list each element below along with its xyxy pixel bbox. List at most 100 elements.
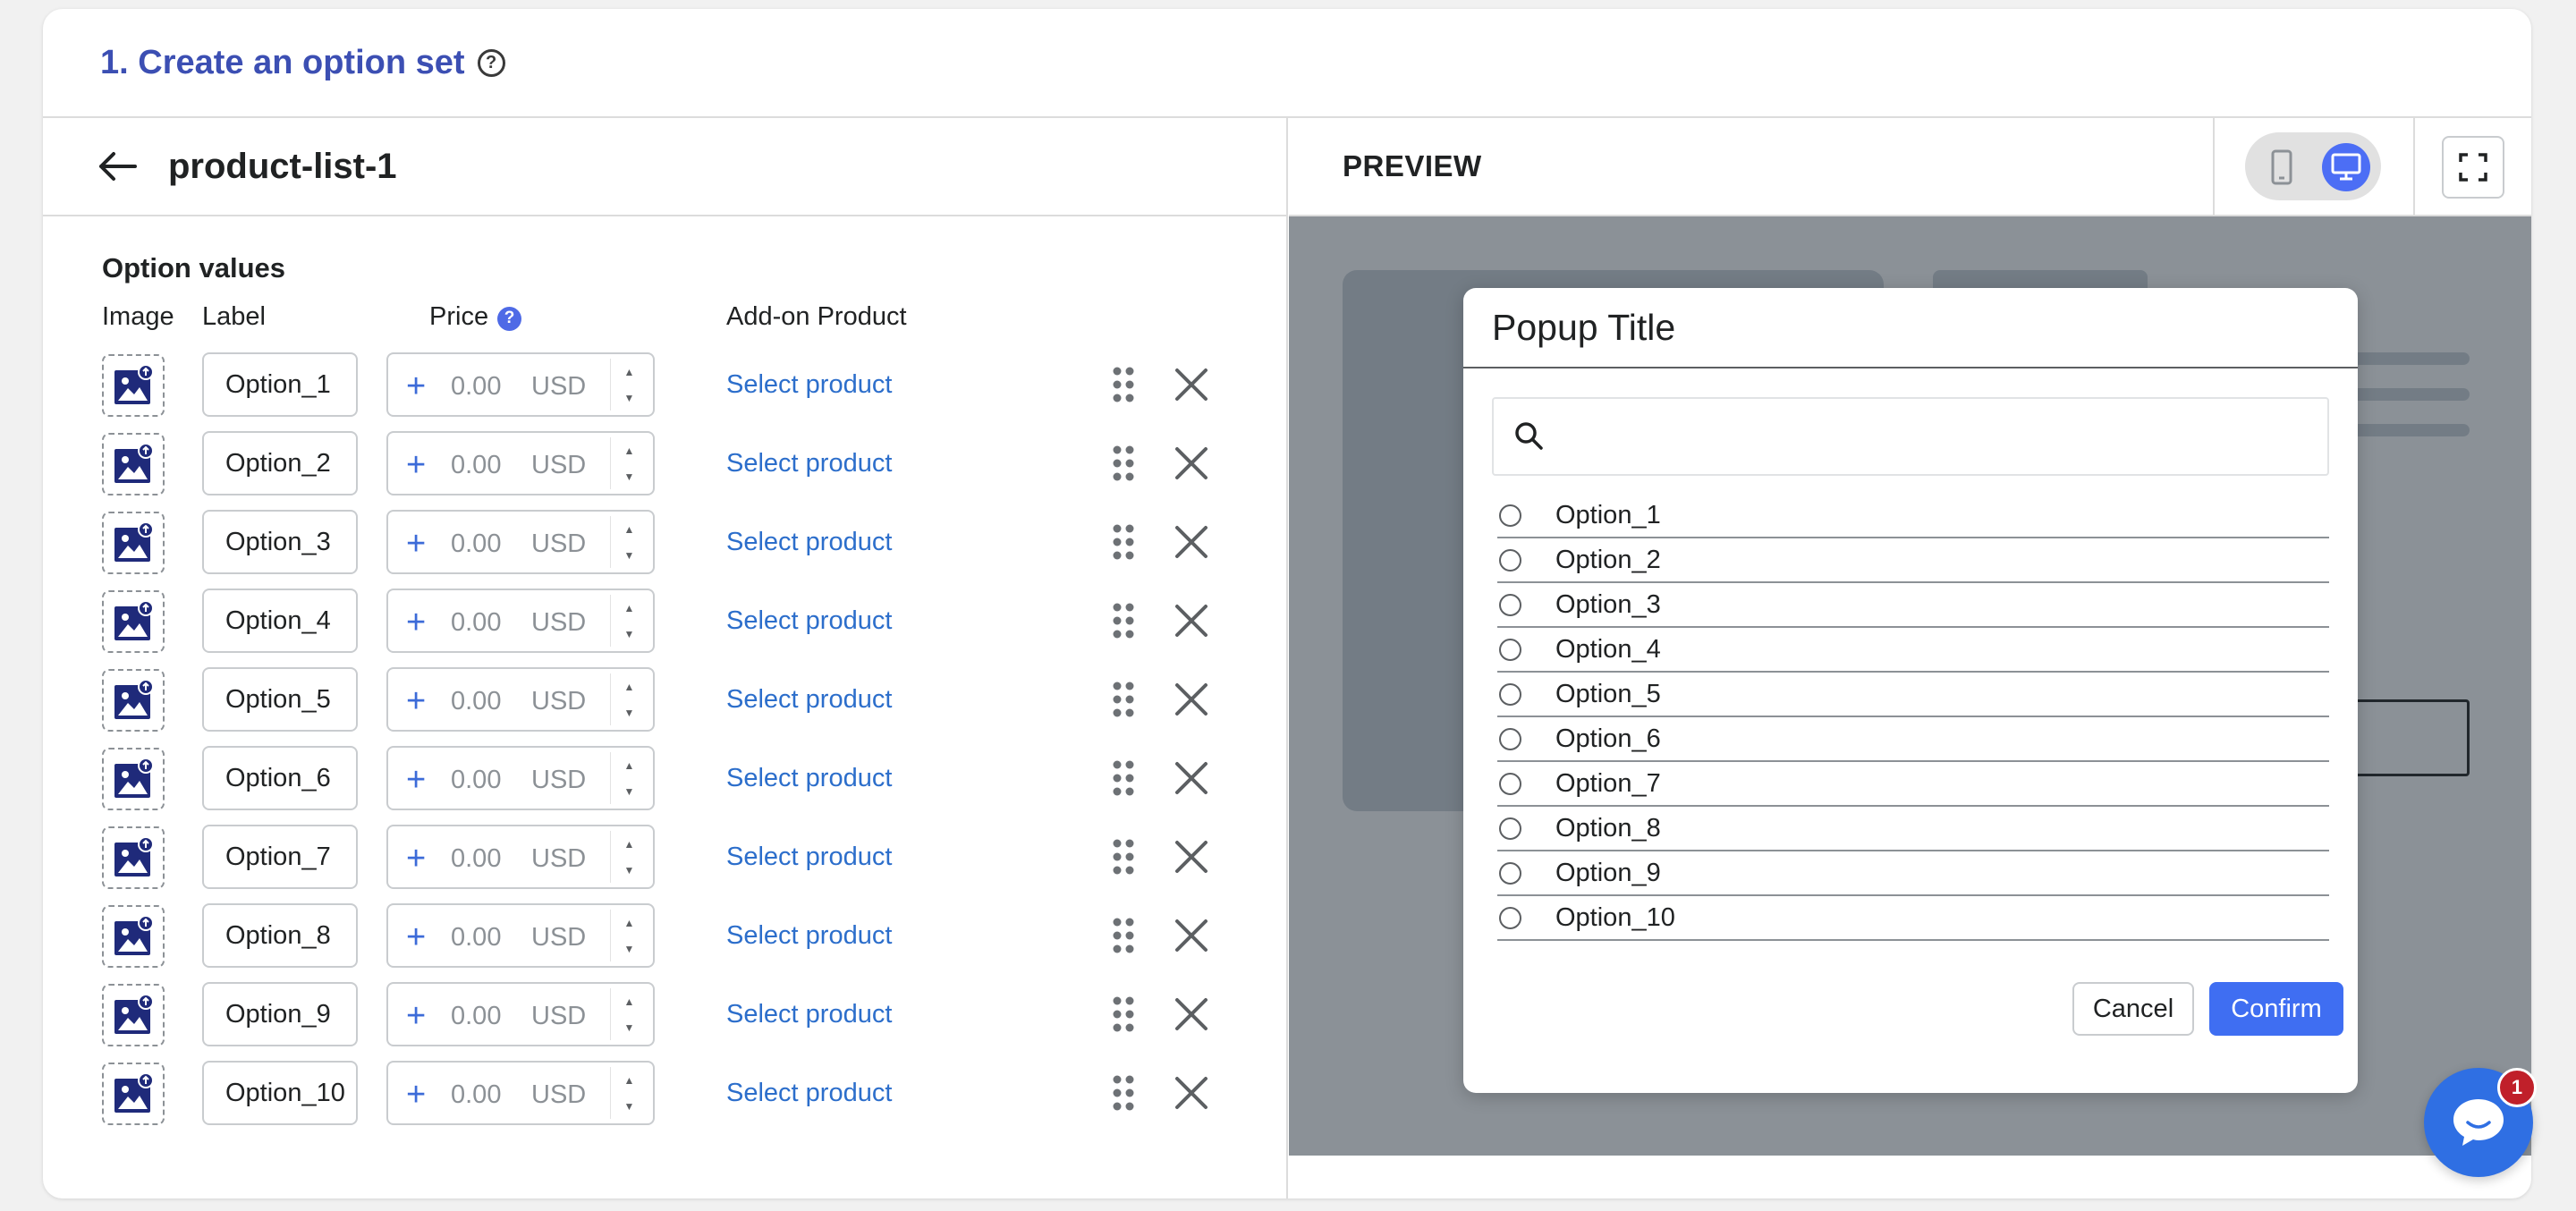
image-upload-button[interactable]: [102, 512, 165, 574]
select-product-link[interactable]: Select product: [726, 1079, 892, 1108]
drag-handle-icon[interactable]: [1111, 444, 1136, 483]
remove-option-icon[interactable]: [1174, 918, 1209, 953]
option-radio[interactable]: [1499, 682, 1521, 706]
stepper-up-icon[interactable]: ▲: [611, 516, 648, 542]
select-product-link[interactable]: Select product: [726, 370, 892, 400]
remove-option-icon[interactable]: [1174, 445, 1209, 481]
price-input[interactable]: + 0.00 USD ▲ ▼: [386, 431, 655, 495]
option-label-input[interactable]: Option_7: [202, 825, 358, 889]
plus-icon[interactable]: +: [406, 1077, 426, 1113]
drag-handle-icon[interactable]: [1111, 995, 1136, 1034]
remove-option-icon[interactable]: [1174, 524, 1209, 560]
stepper-down-icon[interactable]: ▼: [611, 385, 648, 411]
option-label-input[interactable]: Option_10: [202, 1061, 358, 1125]
stepper-down-icon[interactable]: ▼: [611, 857, 648, 883]
option-label-input[interactable]: Option_2: [202, 431, 358, 495]
stepper-up-icon[interactable]: ▲: [611, 359, 648, 385]
image-upload-button[interactable]: [102, 590, 165, 653]
desktop-view-button[interactable]: [2322, 143, 2370, 191]
price-input[interactable]: + 0.00 USD ▲ ▼: [386, 825, 655, 889]
modal-option-item[interactable]: Option_3: [1497, 583, 2329, 628]
fullscreen-button[interactable]: [2442, 136, 2504, 199]
stepper-down-icon[interactable]: ▼: [611, 778, 648, 804]
price-input[interactable]: + 0.00 USD ▲ ▼: [386, 982, 655, 1046]
remove-option-icon[interactable]: [1174, 996, 1209, 1032]
stepper-down-icon[interactable]: ▼: [611, 1014, 648, 1040]
modal-search-input[interactable]: [1492, 397, 2329, 476]
option-radio[interactable]: [1499, 548, 1521, 572]
confirm-button[interactable]: Confirm: [2209, 982, 2343, 1036]
plus-icon[interactable]: +: [406, 998, 426, 1034]
cancel-button[interactable]: Cancel: [2072, 982, 2194, 1036]
select-product-link[interactable]: Select product: [726, 1000, 892, 1029]
image-upload-button[interactable]: [102, 669, 165, 732]
image-upload-button[interactable]: [102, 984, 165, 1046]
drag-handle-icon[interactable]: [1111, 758, 1136, 798]
stepper-up-icon[interactable]: ▲: [611, 1067, 648, 1093]
option-label-input[interactable]: Option_8: [202, 903, 358, 968]
option-label-input[interactable]: Option_3: [202, 510, 358, 574]
stepper-up-icon[interactable]: ▲: [611, 595, 648, 621]
plus-icon[interactable]: +: [406, 919, 426, 955]
option-radio[interactable]: [1499, 772, 1521, 795]
drag-handle-icon[interactable]: [1111, 837, 1136, 876]
price-input[interactable]: + 0.00 USD ▲ ▼: [386, 1061, 655, 1125]
stepper-down-icon[interactable]: ▼: [611, 699, 648, 725]
modal-option-item[interactable]: Option_9: [1497, 851, 2329, 896]
remove-option-icon[interactable]: [1174, 603, 1209, 639]
price-help-icon[interactable]: ?: [497, 306, 522, 331]
back-arrow-icon[interactable]: [95, 144, 140, 189]
option-radio[interactable]: [1499, 861, 1521, 885]
select-product-link[interactable]: Select product: [726, 449, 892, 478]
plus-icon[interactable]: +: [406, 683, 426, 719]
drag-handle-icon[interactable]: [1111, 680, 1136, 719]
image-upload-button[interactable]: [102, 354, 165, 417]
select-product-link[interactable]: Select product: [726, 685, 892, 715]
remove-option-icon[interactable]: [1174, 760, 1209, 796]
image-upload-button[interactable]: [102, 1063, 165, 1125]
option-radio[interactable]: [1499, 906, 1521, 929]
plus-icon[interactable]: +: [406, 762, 426, 798]
stepper-up-icon[interactable]: ▲: [611, 831, 648, 857]
stepper-up-icon[interactable]: ▲: [611, 752, 648, 778]
remove-option-icon[interactable]: [1174, 367, 1209, 402]
option-radio[interactable]: [1499, 727, 1521, 750]
plus-icon[interactable]: +: [406, 368, 426, 404]
option-label-input[interactable]: Option_5: [202, 667, 358, 732]
remove-option-icon[interactable]: [1174, 1075, 1209, 1111]
option-radio[interactable]: [1499, 504, 1521, 527]
remove-option-icon[interactable]: [1174, 682, 1209, 717]
stepper-up-icon[interactable]: ▲: [611, 673, 648, 699]
select-product-link[interactable]: Select product: [726, 764, 892, 793]
stepper-down-icon[interactable]: ▼: [611, 1093, 648, 1119]
image-upload-button[interactable]: [102, 826, 165, 889]
price-input[interactable]: + 0.00 USD ▲ ▼: [386, 589, 655, 653]
plus-icon[interactable]: +: [406, 447, 426, 483]
stepper-down-icon[interactable]: ▼: [611, 463, 648, 489]
stepper-down-icon[interactable]: ▼: [611, 621, 648, 647]
modal-option-item[interactable]: Option_8: [1497, 807, 2329, 851]
plus-icon[interactable]: +: [406, 526, 426, 562]
modal-option-item[interactable]: Option_6: [1497, 717, 2329, 762]
option-label-input[interactable]: Option_9: [202, 982, 358, 1046]
option-radio[interactable]: [1499, 593, 1521, 616]
drag-handle-icon[interactable]: [1111, 1073, 1136, 1113]
remove-option-icon[interactable]: [1174, 839, 1209, 875]
modal-option-item[interactable]: Option_7: [1497, 762, 2329, 807]
option-label-input[interactable]: Option_6: [202, 746, 358, 810]
select-product-link[interactable]: Select product: [726, 843, 892, 872]
stepper-down-icon[interactable]: ▼: [611, 936, 648, 961]
option-radio[interactable]: [1499, 638, 1521, 661]
modal-option-item[interactable]: Option_2: [1497, 538, 2329, 583]
select-product-link[interactable]: Select product: [726, 606, 892, 636]
price-input[interactable]: + 0.00 USD ▲ ▼: [386, 903, 655, 968]
plus-icon[interactable]: +: [406, 841, 426, 876]
drag-handle-icon[interactable]: [1111, 522, 1136, 562]
price-input[interactable]: + 0.00 USD ▲ ▼: [386, 352, 655, 417]
stepper-up-icon[interactable]: ▲: [611, 910, 648, 936]
price-input[interactable]: + 0.00 USD ▲ ▼: [386, 667, 655, 732]
help-icon[interactable]: ?: [477, 48, 505, 77]
image-upload-button[interactable]: [102, 433, 165, 495]
stepper-down-icon[interactable]: ▼: [611, 542, 648, 568]
option-label-input[interactable]: Option_4: [202, 589, 358, 653]
